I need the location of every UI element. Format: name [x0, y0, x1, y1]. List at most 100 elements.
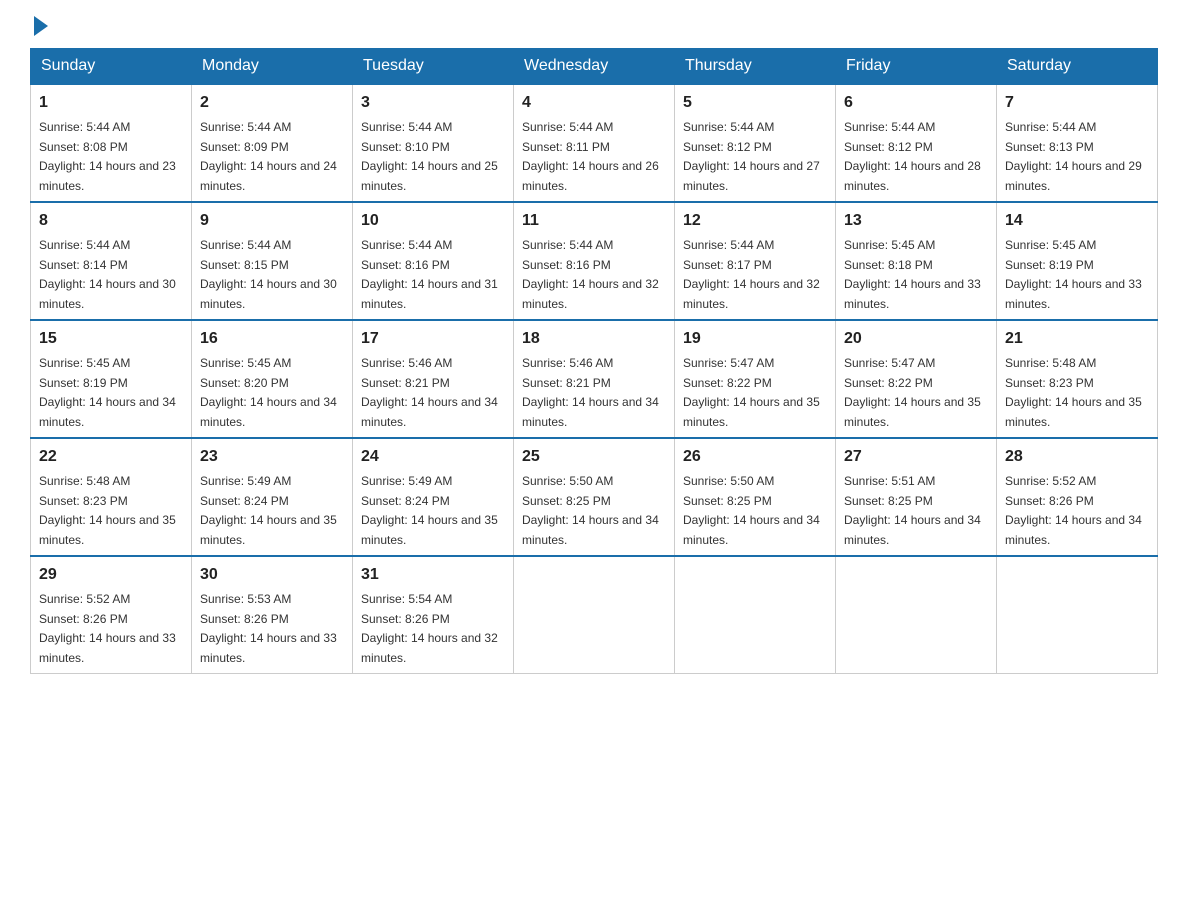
day-info: Sunrise: 5:45 AMSunset: 8:19 PMDaylight:…: [39, 356, 176, 429]
day-cell: 17 Sunrise: 5:46 AMSunset: 8:21 PMDaylig…: [353, 320, 514, 438]
logo[interactable]: [30, 20, 48, 32]
week-row-5: 29 Sunrise: 5:52 AMSunset: 8:26 PMDaylig…: [31, 556, 1158, 674]
day-number: 20: [844, 327, 988, 351]
day-cell: 23 Sunrise: 5:49 AMSunset: 8:24 PMDaylig…: [192, 438, 353, 556]
day-info: Sunrise: 5:51 AMSunset: 8:25 PMDaylight:…: [844, 474, 981, 547]
day-info: Sunrise: 5:44 AMSunset: 8:12 PMDaylight:…: [844, 120, 981, 193]
day-cell: 1 Sunrise: 5:44 AMSunset: 8:08 PMDayligh…: [31, 84, 192, 202]
day-number: 12: [683, 209, 827, 233]
day-info: Sunrise: 5:52 AMSunset: 8:26 PMDaylight:…: [39, 592, 176, 665]
day-number: 13: [844, 209, 988, 233]
day-info: Sunrise: 5:48 AMSunset: 8:23 PMDaylight:…: [39, 474, 176, 547]
day-cell: [997, 556, 1158, 674]
week-row-2: 8 Sunrise: 5:44 AMSunset: 8:14 PMDayligh…: [31, 202, 1158, 320]
day-number: 23: [200, 445, 344, 469]
day-number: 15: [39, 327, 183, 351]
header-tuesday: Tuesday: [353, 49, 514, 85]
day-cell: 9 Sunrise: 5:44 AMSunset: 8:15 PMDayligh…: [192, 202, 353, 320]
day-info: Sunrise: 5:54 AMSunset: 8:26 PMDaylight:…: [361, 592, 498, 665]
calendar-header-row: SundayMondayTuesdayWednesdayThursdayFrid…: [31, 49, 1158, 85]
day-number: 4: [522, 91, 666, 115]
day-number: 17: [361, 327, 505, 351]
day-info: Sunrise: 5:45 AMSunset: 8:18 PMDaylight:…: [844, 238, 981, 311]
day-cell: 15 Sunrise: 5:45 AMSunset: 8:19 PMDaylig…: [31, 320, 192, 438]
day-info: Sunrise: 5:44 AMSunset: 8:11 PMDaylight:…: [522, 120, 659, 193]
day-cell: 22 Sunrise: 5:48 AMSunset: 8:23 PMDaylig…: [31, 438, 192, 556]
day-info: Sunrise: 5:44 AMSunset: 8:16 PMDaylight:…: [522, 238, 659, 311]
day-cell: 24 Sunrise: 5:49 AMSunset: 8:24 PMDaylig…: [353, 438, 514, 556]
day-number: 24: [361, 445, 505, 469]
day-cell: 28 Sunrise: 5:52 AMSunset: 8:26 PMDaylig…: [997, 438, 1158, 556]
day-info: Sunrise: 5:50 AMSunset: 8:25 PMDaylight:…: [683, 474, 820, 547]
day-cell: 6 Sunrise: 5:44 AMSunset: 8:12 PMDayligh…: [836, 84, 997, 202]
day-number: 2: [200, 91, 344, 115]
day-info: Sunrise: 5:44 AMSunset: 8:17 PMDaylight:…: [683, 238, 820, 311]
day-cell: 2 Sunrise: 5:44 AMSunset: 8:09 PMDayligh…: [192, 84, 353, 202]
day-cell: 14 Sunrise: 5:45 AMSunset: 8:19 PMDaylig…: [997, 202, 1158, 320]
day-cell: [836, 556, 997, 674]
day-number: 27: [844, 445, 988, 469]
day-cell: 7 Sunrise: 5:44 AMSunset: 8:13 PMDayligh…: [997, 84, 1158, 202]
day-info: Sunrise: 5:44 AMSunset: 8:08 PMDaylight:…: [39, 120, 176, 193]
day-number: 7: [1005, 91, 1149, 115]
day-info: Sunrise: 5:44 AMSunset: 8:15 PMDaylight:…: [200, 238, 337, 311]
day-number: 30: [200, 563, 344, 587]
day-number: 5: [683, 91, 827, 115]
header-wednesday: Wednesday: [514, 49, 675, 85]
day-number: 1: [39, 91, 183, 115]
day-info: Sunrise: 5:49 AMSunset: 8:24 PMDaylight:…: [200, 474, 337, 547]
day-number: 10: [361, 209, 505, 233]
day-cell: [514, 556, 675, 674]
day-cell: 30 Sunrise: 5:53 AMSunset: 8:26 PMDaylig…: [192, 556, 353, 674]
day-info: Sunrise: 5:44 AMSunset: 8:14 PMDaylight:…: [39, 238, 176, 311]
day-number: 6: [844, 91, 988, 115]
day-number: 16: [200, 327, 344, 351]
day-cell: 19 Sunrise: 5:47 AMSunset: 8:22 PMDaylig…: [675, 320, 836, 438]
day-number: 26: [683, 445, 827, 469]
day-cell: 27 Sunrise: 5:51 AMSunset: 8:25 PMDaylig…: [836, 438, 997, 556]
day-cell: 3 Sunrise: 5:44 AMSunset: 8:10 PMDayligh…: [353, 84, 514, 202]
day-number: 18: [522, 327, 666, 351]
day-number: 9: [200, 209, 344, 233]
day-cell: 16 Sunrise: 5:45 AMSunset: 8:20 PMDaylig…: [192, 320, 353, 438]
header-sunday: Sunday: [31, 49, 192, 85]
day-cell: 18 Sunrise: 5:46 AMSunset: 8:21 PMDaylig…: [514, 320, 675, 438]
week-row-4: 22 Sunrise: 5:48 AMSunset: 8:23 PMDaylig…: [31, 438, 1158, 556]
day-info: Sunrise: 5:45 AMSunset: 8:20 PMDaylight:…: [200, 356, 337, 429]
day-cell: 10 Sunrise: 5:44 AMSunset: 8:16 PMDaylig…: [353, 202, 514, 320]
logo-triangle-icon: [34, 16, 48, 36]
day-info: Sunrise: 5:45 AMSunset: 8:19 PMDaylight:…: [1005, 238, 1142, 311]
day-number: 21: [1005, 327, 1149, 351]
day-info: Sunrise: 5:44 AMSunset: 8:09 PMDaylight:…: [200, 120, 337, 193]
header-saturday: Saturday: [997, 49, 1158, 85]
day-info: Sunrise: 5:44 AMSunset: 8:10 PMDaylight:…: [361, 120, 498, 193]
day-cell: 5 Sunrise: 5:44 AMSunset: 8:12 PMDayligh…: [675, 84, 836, 202]
day-number: 3: [361, 91, 505, 115]
day-number: 25: [522, 445, 666, 469]
day-info: Sunrise: 5:52 AMSunset: 8:26 PMDaylight:…: [1005, 474, 1142, 547]
day-cell: 25 Sunrise: 5:50 AMSunset: 8:25 PMDaylig…: [514, 438, 675, 556]
day-number: 8: [39, 209, 183, 233]
day-cell: 8 Sunrise: 5:44 AMSunset: 8:14 PMDayligh…: [31, 202, 192, 320]
day-number: 11: [522, 209, 666, 233]
header-friday: Friday: [836, 49, 997, 85]
day-cell: 11 Sunrise: 5:44 AMSunset: 8:16 PMDaylig…: [514, 202, 675, 320]
day-info: Sunrise: 5:44 AMSunset: 8:12 PMDaylight:…: [683, 120, 820, 193]
day-cell: 20 Sunrise: 5:47 AMSunset: 8:22 PMDaylig…: [836, 320, 997, 438]
day-info: Sunrise: 5:50 AMSunset: 8:25 PMDaylight:…: [522, 474, 659, 547]
day-cell: 12 Sunrise: 5:44 AMSunset: 8:17 PMDaylig…: [675, 202, 836, 320]
day-info: Sunrise: 5:48 AMSunset: 8:23 PMDaylight:…: [1005, 356, 1142, 429]
day-cell: 31 Sunrise: 5:54 AMSunset: 8:26 PMDaylig…: [353, 556, 514, 674]
day-info: Sunrise: 5:46 AMSunset: 8:21 PMDaylight:…: [522, 356, 659, 429]
week-row-3: 15 Sunrise: 5:45 AMSunset: 8:19 PMDaylig…: [31, 320, 1158, 438]
day-info: Sunrise: 5:53 AMSunset: 8:26 PMDaylight:…: [200, 592, 337, 665]
day-number: 29: [39, 563, 183, 587]
day-cell: 29 Sunrise: 5:52 AMSunset: 8:26 PMDaylig…: [31, 556, 192, 674]
day-info: Sunrise: 5:46 AMSunset: 8:21 PMDaylight:…: [361, 356, 498, 429]
day-number: 22: [39, 445, 183, 469]
day-info: Sunrise: 5:47 AMSunset: 8:22 PMDaylight:…: [844, 356, 981, 429]
day-number: 19: [683, 327, 827, 351]
day-info: Sunrise: 5:49 AMSunset: 8:24 PMDaylight:…: [361, 474, 498, 547]
page-header: [30, 20, 1158, 32]
day-cell: 26 Sunrise: 5:50 AMSunset: 8:25 PMDaylig…: [675, 438, 836, 556]
